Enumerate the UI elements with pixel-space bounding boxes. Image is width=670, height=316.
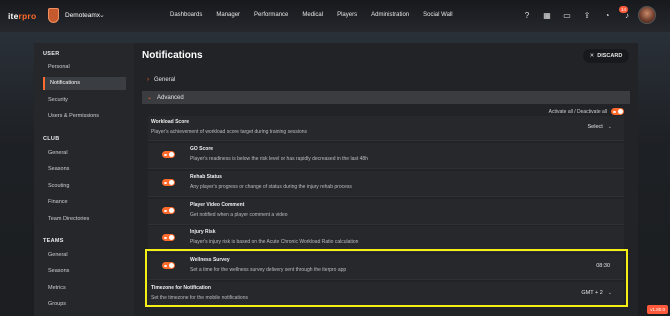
timezone-select-value: GMT + 2 (581, 290, 603, 296)
sidebar-item-teams-seasons[interactable]: Seasons (43, 265, 126, 278)
team-crest-icon[interactable] (48, 8, 59, 23)
notification-count-badge: 14 (618, 6, 628, 13)
go-score-row: GO Score Player's readiness is below the… (148, 143, 624, 169)
team-selector[interactable]: Demoteamx (65, 12, 100, 19)
section-advanced[interactable]: ⌄ Advanced (142, 91, 630, 104)
upload-icon[interactable]: ⇪ (582, 10, 592, 20)
section-general[interactable]: › General (142, 73, 630, 86)
rehab-status-desc: Any player's progress or change of statu… (190, 184, 352, 190)
wellness-survey-toggle[interactable] (162, 262, 175, 269)
sidebar-item-notifications[interactable]: Notifications (43, 77, 126, 90)
nav-performance[interactable]: Performance (254, 12, 288, 18)
wellness-survey-title: Wellness Survey (190, 257, 230, 263)
folder-icon[interactable]: ▭ (562, 10, 572, 20)
wellness-survey-row: Wellness Survey Set a time for the welln… (148, 254, 624, 280)
sidebar-item-personal[interactable]: Personal (43, 61, 126, 74)
player-video-comment-row: Player Video Comment Get notified when a… (148, 199, 624, 225)
player-video-comment-title: Player Video Comment (190, 202, 245, 208)
sidebar-item-finance[interactable]: Finance (43, 196, 126, 209)
nav-manager[interactable]: Manager (216, 12, 240, 18)
chevron-down-icon[interactable]: ⌄ (99, 11, 105, 19)
player-video-comment-toggle[interactable] (162, 207, 175, 214)
workload-score-title: Workload Score (151, 119, 189, 125)
timezone-title: Timezone for Notification (151, 285, 211, 291)
sidebar-item-scouting[interactable]: Scouting (43, 180, 126, 193)
sidebar-item-metrics[interactable]: Metrics (43, 282, 126, 295)
injury-risk-desc: Player's injury risk is based on the Acu… (190, 239, 359, 245)
calendar-icon[interactable]: ▦ (542, 10, 552, 20)
go-score-desc: Player's readiness is below the risk lev… (190, 156, 368, 162)
go-score-toggle[interactable] (162, 151, 175, 158)
nav-players[interactable]: Players (337, 12, 357, 18)
nav-administration[interactable]: Administration (371, 12, 409, 18)
chevron-down-icon: ⌄ (607, 124, 612, 130)
sidebar-item-team-directories[interactable]: Team Directories (43, 213, 126, 226)
sidebar-section-teams: TEAMS (43, 238, 64, 244)
chat-icon[interactable]: ◔ (602, 10, 612, 20)
injury-risk-row: Injury Risk Player's injury risk is base… (148, 226, 624, 252)
timezone-row: Timezone for Notification Set the timezo… (148, 282, 624, 306)
go-score-title: GO Score (190, 146, 214, 152)
version-badge: v1.80.0 (647, 305, 668, 314)
sidebar-item-groups[interactable]: Groups (43, 298, 126, 311)
main-nav: Dashboards Manager Performance Medical P… (170, 12, 467, 18)
app-logo[interactable]: iterpro (8, 11, 36, 21)
rehab-status-toggle[interactable] (162, 179, 175, 186)
sidebar-item-club-seasons[interactable]: Seasons (43, 163, 126, 176)
chevron-down-icon: ⌄ (607, 290, 612, 296)
timezone-desc: Set the timezone for the mobile notifica… (151, 295, 248, 301)
injury-risk-toggle[interactable] (162, 234, 175, 241)
chevron-down-icon: ⌄ (147, 95, 153, 101)
wellness-survey-desc: Set a time for the wellness survey deliv… (190, 267, 347, 273)
activate-all-toggle[interactable] (611, 108, 624, 115)
notifications-panel: Notifications ✕ DISCARD › General ⌄ Adva… (134, 43, 638, 316)
help-icon[interactable]: ? (522, 10, 532, 20)
rehab-status-row: Rehab Status Any player's progress or ch… (148, 171, 624, 197)
nav-social-wall[interactable]: Social Wall (423, 12, 452, 18)
workload-score-desc: Player's achievement of workload score t… (151, 129, 308, 135)
avatar[interactable] (638, 6, 656, 24)
injury-risk-title: Injury Risk (190, 229, 216, 235)
sidebar-item-security[interactable]: Security (43, 94, 126, 107)
sidebar: USER Personal Notifications Security Use… (34, 43, 134, 316)
discard-button[interactable]: ✕ DISCARD (583, 49, 629, 63)
nav-dashboards[interactable]: Dashboards (170, 12, 202, 18)
page-title: Notifications (142, 50, 203, 61)
player-video-comment-desc: Get notified when a player comment a vid… (190, 212, 288, 218)
timezone-select[interactable]: GMT + 2 ⌄ (581, 290, 612, 296)
section-advanced-label: Advanced (157, 94, 184, 101)
sidebar-section-club: CLUB (43, 136, 60, 142)
workload-select[interactable]: Select ⌄ (588, 124, 613, 130)
sidebar-item-club-general[interactable]: General (43, 147, 126, 160)
nav-medical[interactable]: Medical (302, 12, 323, 18)
top-header: iterpro Demoteamx ⌄ Dashboards Manager P… (0, 0, 670, 33)
workload-score-row: Workload Score Player's achievement of w… (148, 116, 624, 141)
sidebar-item-teams-general[interactable]: General (43, 249, 126, 262)
wellness-time-input[interactable]: 08:30 (596, 263, 610, 269)
workload-select-value: Select (587, 124, 603, 130)
section-general-label: General (154, 76, 176, 83)
sidebar-item-users-permissions[interactable]: Users & Permissions (43, 110, 126, 123)
close-icon: ✕ (589, 53, 595, 59)
discard-label: DISCARD (597, 53, 623, 59)
chevron-right-icon: › (147, 76, 149, 83)
sidebar-section-user: USER (43, 51, 60, 57)
rehab-status-title: Rehab Status (190, 174, 222, 180)
activate-all: Activate all / Deactivate all (549, 108, 624, 115)
activate-all-label: Activate all / Deactivate all (548, 108, 607, 115)
